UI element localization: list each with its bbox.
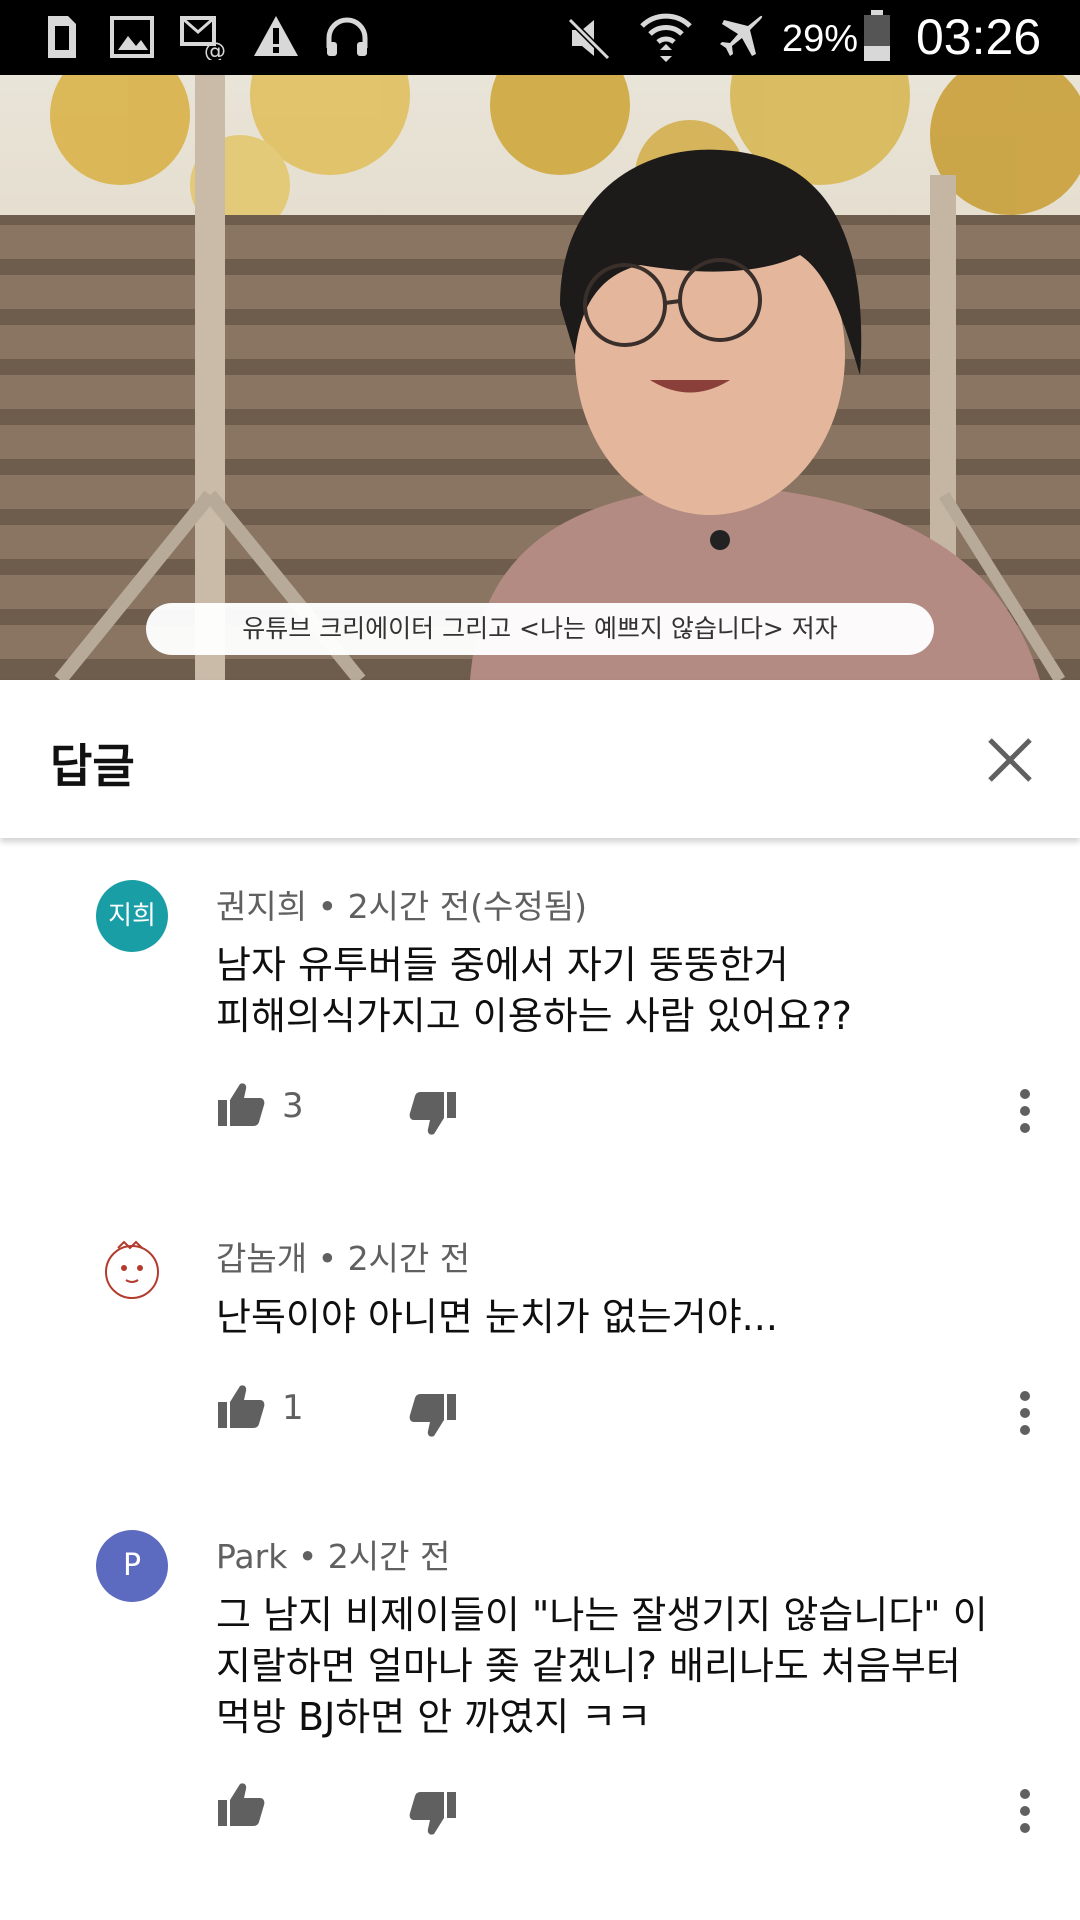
thumbs-down-icon[interactable] [408, 1390, 458, 1440]
wifi-icon [640, 13, 692, 62]
comment-meta: Park • 2시간 전 [216, 1530, 450, 1578]
svg-text:@: @ [204, 39, 226, 60]
comment-line: 먹방 BJ하면 안 까였지 ㅋㅋ [216, 1695, 652, 1739]
comment-line: 지랄하면 얼마나 좆 같겠니? 배리나도 처음부터 [216, 1644, 961, 1688]
mute-icon [567, 17, 611, 60]
warning-icon [254, 16, 298, 56]
more-vert-icon[interactable] [1010, 1086, 1040, 1136]
headphones-icon [326, 17, 368, 56]
battery-percent: 29% [782, 18, 859, 60]
like-count: 1 [282, 1388, 304, 1428]
comment-time: 2시간 전 [327, 1537, 451, 1576]
meta-separator: • [297, 1537, 328, 1576]
status-bar: @ 29% 03:26 [0, 0, 1080, 75]
thumbs-up-icon[interactable] [216, 1080, 266, 1130]
comment-text: 남자 유투버들 중에서 자기 뚱뚱한거 피해의식가지고 이용하는 사람 있어요?… [216, 940, 1036, 1042]
airplane-icon [720, 15, 763, 56]
close-icon[interactable] [980, 730, 1040, 790]
thumbs-down-icon[interactable] [408, 1088, 458, 1138]
author-name[interactable]: 권지희 [216, 887, 307, 926]
meta-separator: • [317, 887, 348, 926]
image-icon [110, 16, 154, 58]
avatar[interactable] [96, 1232, 168, 1304]
comment-line: 피해의식가지고 이용하는 사람 있어요?? [216, 994, 852, 1038]
thumbs-up-icon[interactable] [216, 1382, 266, 1432]
author-name[interactable]: Park [216, 1537, 287, 1576]
video-player[interactable]: 유튜브 크리에이터 그리고 <나는 예쁘지 않습니다> 저자 [0, 75, 1080, 680]
comment-meta: 권지희 • 2시간 전(수정됨) [216, 880, 587, 928]
sim-card-icon [48, 16, 76, 58]
comment-text: 난독이야 아니면 눈치가 없는거야... [216, 1292, 1036, 1343]
battery-icon [864, 10, 890, 61]
like-count: 3 [282, 1086, 304, 1126]
thumbs-up-icon[interactable] [216, 1780, 266, 1830]
comment-time: 2시간 전(수정됨) [347, 887, 587, 926]
comment-line: 그 남지 비제이들이 "나는 잘생기지 않습니다" 이 [216, 1593, 988, 1637]
clock: 03:26 [916, 9, 1042, 65]
panel-title: 답글 [50, 739, 135, 793]
avatar[interactable]: 지희 [96, 880, 168, 952]
comment-time: 2시간 전 [347, 1239, 471, 1278]
thumbs-down-icon[interactable] [408, 1788, 458, 1838]
email-icon: @ [180, 16, 226, 60]
more-vert-icon[interactable] [1010, 1388, 1040, 1438]
avatar[interactable]: P [96, 1530, 168, 1602]
comment-meta: 갑놈개 • 2시간 전 [216, 1232, 470, 1280]
video-frame [0, 75, 1080, 680]
meta-separator: • [317, 1239, 348, 1278]
comment-text: 그 남지 비제이들이 "나는 잘생기지 않습니다" 이 지랄하면 얼마나 좆 같… [216, 1590, 1036, 1743]
comment-line: 남자 유투버들 중에서 자기 뚱뚱한거 [216, 943, 789, 987]
more-vert-icon[interactable] [1010, 1786, 1040, 1836]
author-name[interactable]: 갑놈개 [216, 1239, 307, 1278]
video-caption: 유튜브 크리에이터 그리고 <나는 예쁘지 않습니다> 저자 [146, 603, 934, 655]
comment-line: 난독이야 아니면 눈치가 없는거야... [216, 1295, 778, 1339]
replies-header: 답글 [0, 680, 1080, 838]
